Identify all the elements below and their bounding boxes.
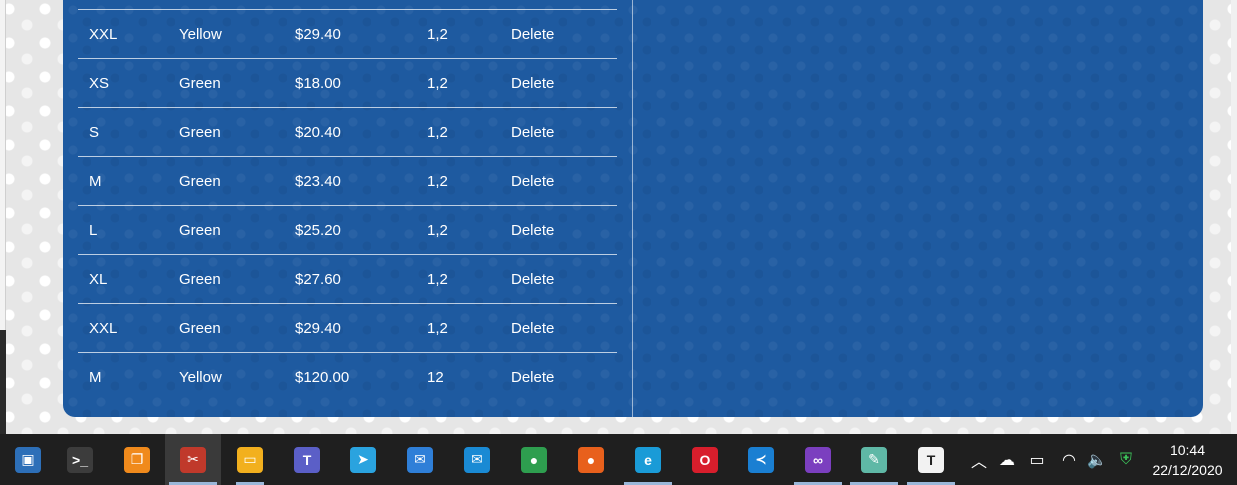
size-cell: XXL [89,26,118,43]
price-cell: $23.40 [295,173,341,190]
taskbar-app-file-explorer[interactable]: ▭ [222,434,278,485]
table-row: XXL Yellow $29.40 1,2 Delete [78,9,617,58]
taskbar-app-vscode[interactable]: ≺ [733,434,789,485]
windows-security-icon[interactable]: ⛨ [1113,434,1139,485]
background-window-edge-right [1231,0,1237,434]
color-cell: Yellow [179,26,222,43]
color-cell: Green [179,222,221,239]
chrome-icon: ● [521,446,547,473]
virtual-machine-icon: ❐ [124,446,150,473]
size-cell: XXL [89,320,118,337]
taskbar-app-mail[interactable]: ✉ [449,434,505,485]
taskbar: 10:44 22/12/2020 ▣ >_ ❐ ✂ ▭ T ➤ ✉ ✉ ● ● e O ≺ ∞ ✎ T ︿ ☁ ▭ ◠ 🔈… [0,434,1237,485]
delete-link[interactable]: Delete [511,26,554,43]
color-cell: Yellow [179,369,222,386]
delete-link[interactable]: Delete [511,75,554,92]
color-cell: Green [179,173,221,190]
taskbar-app-thunderbird[interactable]: ✉ [392,434,448,485]
notepad-icon: ✎ [861,446,887,473]
variants-table: XXL Yellow $29.40 1,2 Delete XS Green $18.00 1,2… [78,9,617,401]
edge-icon: e [635,446,661,473]
firefox-icon: ● [578,446,604,473]
taskbar-app-notepad[interactable]: ✎ [846,434,902,485]
size-cell: L [89,222,98,239]
price-cell: $29.40 [295,320,341,337]
delete-link[interactable]: Delete [511,173,554,190]
color-cell: Green [179,124,221,141]
delete-link[interactable]: Delete [511,222,554,239]
quantity-cell: 1,2 [427,271,448,288]
table-row: L Green $25.20 1,2 Delete [78,205,617,254]
quantity-cell: 1,2 [427,173,448,190]
battery-icon[interactable]: ▭ [1024,434,1050,485]
taskbar-app-typora[interactable]: T [903,434,959,485]
quantity-cell: 1,2 [427,222,448,239]
thunderbird-icon: ✉ [407,446,433,473]
color-cell: Green [179,75,221,92]
quantity-cell: 12 [427,369,444,386]
clock-time: 10:44 [1169,442,1206,458]
delete-link[interactable]: Delete [511,271,554,288]
quantity-cell: 1,2 [427,124,448,141]
taskbar-app-network-computer[interactable]: ▣ [0,434,56,485]
table-row: XXL Green $29.40 1,2 Delete [78,303,617,352]
price-cell: $18.00 [295,75,341,92]
price-cell: $20.40 [295,124,341,141]
taskbar-app-terminal[interactable]: >_ [52,434,108,485]
price-cell: $29.40 [295,26,341,43]
taskbar-app-teams[interactable]: T [279,434,335,485]
variants-panel: XXL Yellow $29.40 1,2 Delete XS Green $18.00 1,2… [63,0,1203,417]
table-row: XS Green $18.00 1,2 Delete [78,58,617,107]
onedrive-cloud-icon[interactable]: ☁ [994,434,1020,485]
background-window-edge-dark [0,330,6,434]
vscode-icon: ≺ [748,446,774,473]
teams-icon: T [294,446,320,473]
delete-link[interactable]: Delete [511,124,554,141]
quantity-cell: 1,2 [427,320,448,337]
size-cell: M [89,173,102,190]
panel-divider [632,0,633,417]
size-cell: S [89,124,100,141]
typora-icon: T [918,446,944,473]
delete-link[interactable]: Delete [511,369,554,386]
size-cell: XL [89,271,108,288]
color-cell: Green [179,271,221,288]
size-cell: M [89,369,102,386]
taskbar-app-opera[interactable]: O [677,434,733,485]
color-cell: Green [179,320,221,337]
table-row: M Green $23.40 1,2 Delete [78,156,617,205]
taskbar-app-firefox[interactable]: ● [563,434,619,485]
taskbar-clock[interactable]: 10:44 22/12/2020 [1140,440,1235,480]
size-cell: XS [89,75,110,92]
taskbar-app-virtual-machine[interactable]: ❐ [109,434,165,485]
quantity-cell: 1,2 [427,26,448,43]
file-explorer-icon: ▭ [237,446,263,473]
price-cell: $27.60 [295,271,341,288]
taskbar-app-chrome[interactable]: ● [506,434,562,485]
quantity-cell: 1,2 [427,75,448,92]
visual-studio-icon: ∞ [805,446,831,473]
price-cell: $120.00 [295,369,350,386]
chevron-up-icon[interactable]: ︿ [966,434,992,485]
taskbar-app-snipping-tool[interactable]: ✂ [165,434,221,485]
table-row: S Green $20.40 1,2 Delete [78,107,617,156]
delete-link[interactable]: Delete [511,320,554,337]
opera-icon: O [692,446,718,473]
terminal-icon: >_ [67,446,93,473]
snipping-tool-icon: ✂ [180,446,206,473]
wifi-icon[interactable]: ◠ [1056,434,1082,485]
telegram-icon: ➤ [350,446,376,473]
taskbar-app-edge[interactable]: e [620,434,676,485]
network-computer-icon: ▣ [15,446,41,473]
mail-icon: ✉ [464,446,490,473]
volume-icon[interactable]: 🔈 [1084,434,1110,485]
clock-date: 22/12/2020 [1152,462,1223,478]
taskbar-app-telegram[interactable]: ➤ [335,434,391,485]
table-row: XL Green $27.60 1,2 Delete [78,254,617,303]
table-row: M Yellow $120.00 12 Delete [78,352,617,401]
price-cell: $25.20 [295,222,341,239]
taskbar-app-visual-studio[interactable]: ∞ [790,434,846,485]
